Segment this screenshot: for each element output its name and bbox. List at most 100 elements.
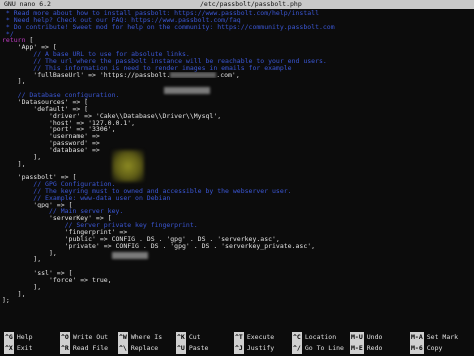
code-text: 'passbolt' => [	[2, 174, 77, 182]
shortcut-where-is[interactable]: ^W Where Is	[118, 332, 162, 343]
code-line[interactable]: 'database' =>	[0, 147, 474, 154]
shortcut-undo[interactable]: M-U Undo	[350, 332, 382, 343]
shortcut-key: M-U	[350, 332, 364, 343]
code-text: 'Datasources' => [	[2, 98, 89, 106]
shortcut-label: Go To Line	[304, 344, 344, 352]
shortcut-go-to-line[interactable]: ^/Go To Line	[292, 343, 344, 354]
shortcut-exit[interactable]: ^X Exit	[4, 343, 32, 354]
code-line[interactable]: 'force' => true,	[0, 277, 474, 284]
shortcut-replace[interactable]: ^\ Replace	[118, 343, 158, 354]
code-text: ];	[2, 297, 10, 305]
redacted-fingerprint	[112, 252, 148, 259]
code-line[interactable]: 'serverKey' => [	[0, 215, 474, 222]
code-line[interactable]	[0, 263, 474, 270]
code-line[interactable]: 'username' =>	[0, 133, 474, 140]
shortcut-cut[interactable]: ^K Cut	[176, 332, 201, 343]
code-text: ],	[2, 283, 42, 291]
code-comment: // The url where the passbolt instance w…	[2, 57, 327, 65]
code-line[interactable]: ],	[0, 284, 474, 291]
code-line[interactable]: // A base URL to use for absolute links.	[0, 51, 474, 58]
shortcut-write-out[interactable]: ^O Write Out	[60, 332, 108, 343]
code-text: 'private' => CONFIG . DS . 'gpg' . DS . …	[2, 242, 316, 250]
shortcut-justify[interactable]: ^J Justify	[234, 343, 274, 354]
code-text: 'default' => [	[2, 105, 89, 113]
shortcut-help[interactable]: ^G Help	[4, 332, 32, 343]
code-line[interactable]: 'fullBaseUrl' => 'https://passbolt. .com'…	[0, 71, 474, 79]
code-line[interactable]: 'password' =>	[0, 140, 474, 147]
code-line[interactable]: ];	[0, 297, 474, 304]
code-line[interactable]: 'gpg' => [	[0, 202, 474, 209]
shortcut-read-file[interactable]: ^R Read File	[60, 343, 108, 354]
code-text: 'database' =>	[2, 146, 104, 154]
shortcut-label: Replace	[130, 344, 159, 352]
code-text: ],	[2, 78, 26, 86]
shortcut-key: ^T	[234, 332, 244, 343]
code-text: 'App' => [	[2, 44, 57, 52]
code-line[interactable]: 'App' => [	[0, 44, 474, 51]
shortcut-label: Copy	[426, 344, 443, 352]
shortcut-copy[interactable]: M-6 Copy	[410, 343, 442, 354]
code-line[interactable]: // This information is need to render im…	[0, 65, 474, 72]
code-text: ],	[2, 256, 42, 264]
text-editor-area[interactable]: * Read more about how to install passbol…	[0, 10, 474, 328]
code-line[interactable]: 'host' => '127.0.0.1',	[0, 120, 474, 127]
shortcut-label: Help	[16, 333, 33, 341]
code-line[interactable]: // Database configuration.	[0, 92, 474, 99]
code-line[interactable]: ],	[0, 291, 474, 298]
code-line[interactable]: * Do contribute! Sweet mod for help on t…	[0, 24, 474, 31]
code-line[interactable]: // The keyring must to owned and accessi…	[0, 188, 474, 195]
shortcut-label: Location	[304, 333, 337, 341]
code-text: 'fingerprint' =>	[2, 229, 132, 236]
code-line[interactable]: ],	[0, 161, 474, 168]
shortcut-location[interactable]: ^C Location	[292, 332, 336, 343]
code-line[interactable]: */	[0, 31, 474, 38]
code-line[interactable]: 'ssl' => [	[0, 270, 474, 277]
code-line[interactable]: // Main server key.	[0, 208, 474, 215]
code-line[interactable]	[0, 304, 474, 311]
code-line[interactable]	[0, 311, 474, 318]
code-line[interactable]: 'default' => [	[0, 106, 474, 113]
code-line[interactable]: 'Datasources' => [	[0, 99, 474, 106]
shortcut-paste[interactable]: ^U Paste	[176, 343, 208, 354]
file-path: /etc/passbolt/passbolt.php	[200, 0, 302, 8]
shortcut-execute[interactable]: ^T Execute	[234, 332, 274, 343]
shortcut-set-mark[interactable]: M-A Set Mark	[410, 332, 458, 343]
code-text: ],	[2, 153, 42, 161]
code-line[interactable]: 'port' => '3306',	[0, 126, 474, 133]
shortcut-label: Cut	[188, 333, 201, 341]
code-text: 'password' =>	[2, 140, 104, 147]
shortcut-label: Exit	[16, 344, 33, 352]
code-line[interactable]: return [	[0, 37, 474, 44]
shortcut-key: ^R	[60, 343, 70, 354]
code-line[interactable]	[0, 167, 474, 174]
code-keyword: return	[2, 37, 26, 45]
shortcut-key: ^\	[118, 343, 128, 354]
code-text: 'driver' => 'Cake\\Database\\Driver\\Mys…	[2, 112, 222, 120]
code-line[interactable]: 'passbolt' => [	[0, 174, 474, 181]
code-line[interactable]: 'private' => CONFIG . DS . 'gpg' . DS . …	[0, 243, 474, 250]
code-line[interactable]: // The url where the passbolt instance w…	[0, 58, 474, 65]
code-line[interactable]	[0, 85, 474, 92]
code-line[interactable]: ],	[0, 256, 474, 263]
code-comment: // Server private key fingerprint.	[2, 222, 198, 229]
code-comment: // The keyring must to owned and accessi…	[2, 187, 292, 195]
code-line[interactable]: ],	[0, 250, 474, 257]
redacted-credentials	[112, 150, 144, 182]
code-text: .com',	[216, 71, 240, 79]
code-line[interactable]: // Server private key fingerprint.	[0, 222, 474, 229]
code-line[interactable]: 'fingerprint' =>	[0, 229, 474, 236]
code-line[interactable]: * Need help? Check out our FAQ: https://…	[0, 17, 474, 24]
code-line[interactable]: ],	[0, 78, 474, 85]
shortcut-redo[interactable]: M-E Redo	[350, 343, 382, 354]
code-line[interactable]: * Read more about how to install passbol…	[0, 10, 474, 17]
code-line[interactable]: // Example: www-data user on Debian	[0, 195, 474, 202]
code-line[interactable]: 'driver' => 'Cake\\Database\\Driver\\Mys…	[0, 113, 474, 120]
code-line[interactable]: // GPG Configuration.	[0, 181, 474, 188]
code-line[interactable]: 'public' => CONFIG . DS . 'gpg' . DS . '…	[0, 236, 474, 243]
shortcut-key: ^C	[292, 332, 302, 343]
code-comment: * Do contribute! Sweet mod for help on t…	[2, 23, 335, 31]
code-line[interactable]: ],	[0, 154, 474, 161]
code-line[interactable]	[0, 318, 474, 325]
code-text: 'username' =>	[2, 133, 104, 141]
redacted-text	[170, 71, 217, 78]
